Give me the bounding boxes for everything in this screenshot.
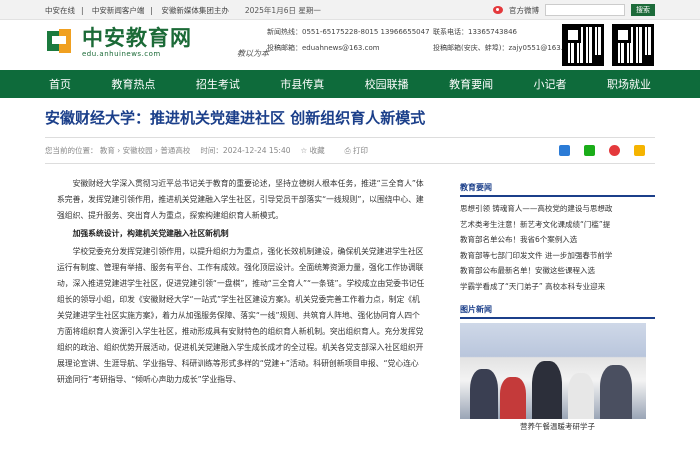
email-text: 投稿邮箱：eduahnews@163.com: [267, 44, 380, 52]
nav-county[interactable]: 市县传真: [276, 76, 328, 92]
favorite-button[interactable]: ☆ 收藏: [301, 145, 335, 156]
share-plus-icon[interactable]: [559, 145, 570, 156]
content-area: 安徽财经大学深入贯彻习近平总书记关于教育的重要论述，坚持立德树人根本任务，推进“…: [45, 164, 655, 432]
contact-right: 联系电话：13365743846 投稿邮箱(安庆、蚌埠)：zajy0551@16…: [433, 24, 578, 56]
search-button[interactable]: 搜索: [631, 4, 655, 16]
wechat-icon[interactable]: [584, 145, 595, 156]
nav-career[interactable]: 职场就业: [603, 76, 655, 92]
list-item[interactable]: 教育部名单公布！我省6个案例入选: [460, 232, 655, 248]
list-item[interactable]: 教育部公布最新名单！安徽这些课程入选: [460, 263, 655, 279]
list-item[interactable]: 学霸学看成了“天门弟子” 高校本科专业迎来: [460, 279, 655, 295]
weibo-link[interactable]: 官方微博: [509, 5, 539, 16]
email-text-2: 投稿邮箱(安庆、蚌埠)：zajy0551@163.com: [433, 44, 578, 52]
list-item[interactable]: 艺术类考生注意！新艺考文化课成绩“门槛”提: [460, 217, 655, 233]
weibo-share-icon[interactable]: [609, 145, 620, 156]
article-body: 安徽财经大学深入贯彻习近平总书记关于教育的重要论述，坚持立德树人根本任务，推进“…: [45, 164, 425, 432]
phone-text: 联系电话：13365743846: [433, 28, 517, 36]
nav-hot[interactable]: 教育热点: [107, 76, 159, 92]
top-link-zhongan[interactable]: 中安在线: [45, 6, 75, 15]
paragraph-1: 安徽财经大学深入贯彻习近平总书记关于教育的重要论述，坚持立德树人根本任务，推进“…: [57, 179, 424, 220]
print-button[interactable]: ⎙ 打印: [345, 145, 378, 156]
nav-exam[interactable]: 招生考试: [192, 76, 244, 92]
main-nav: 首页 教育热点 招生考试 市县传真 校园联播 教育要闻 小记者 职场就业: [0, 70, 700, 98]
sidebar: 教育要闻 思想引领 铸魂育人——高校党的建设与思想政 艺术类考生注意！新艺考文化…: [460, 164, 655, 432]
top-bar: 中安在线 | 中安新闻客户端 | 安徽新媒体集团主办 2025年1月6日 星期一 官…: [0, 0, 700, 20]
breadcrumb[interactable]: 您当前的位置： 教育 › 安徽校园 › 普通高校: [45, 145, 190, 156]
qzone-icon[interactable]: [634, 145, 645, 156]
logo-url: edu.anhuinews.com: [82, 50, 161, 58]
paragraph-2: 学校党委充分发挥党建引领作用，以提升组织力为重点，强化长效机制建设，确保机关党建…: [57, 247, 425, 384]
publish-time: 时间：2024-12-24 15:40: [200, 146, 291, 155]
logo-title: 中安教育网: [82, 25, 192, 50]
calligraphy-signature: 教以为本: [237, 49, 269, 58]
site-logo[interactable]: 中安教育网 edu.anhuinews.com: [45, 26, 192, 58]
top-link-app[interactable]: 中安新闻客户端: [92, 6, 145, 15]
article-title-bar: 安徽财经大学：推进机关党建进社区 创新组织育人新模式: [45, 98, 655, 138]
current-date: 2025年1月6日 星期一: [244, 5, 321, 15]
photo-caption[interactable]: 营养午餐温暖考研学子: [460, 421, 655, 432]
news-list: 思想引领 铸魂育人——高校党的建设与思想政 艺术类考生注意！新艺考文化课成绩“门…: [460, 201, 655, 294]
site-header: 中安教育网 edu.anhuinews.com 教以为本 新闻热线：0551-6…: [45, 20, 655, 70]
nav-home[interactable]: 首页: [45, 76, 75, 92]
photo-news: 图片新闻 营养午餐温暖考研学子: [460, 304, 655, 432]
nav-reporter[interactable]: 小记者: [530, 76, 571, 92]
search-input[interactable]: [545, 4, 625, 16]
news-section-title: 教育要闻: [460, 182, 655, 197]
list-item[interactable]: 教育部等七部门印发文件 进一步加强春节前学: [460, 248, 655, 264]
logo-mark-icon: [45, 27, 79, 57]
qr-code-icon-2: [612, 24, 654, 66]
hotline-text: 新闻热线：0551-65175228-8015 13966655047: [267, 28, 430, 36]
section-heading: 加强系统设计，构建机关党建融入社区新机制: [72, 229, 229, 238]
article-meta: 您当前的位置： 教育 › 安徽校园 › 普通高校 时间：2024-12-24 1…: [45, 138, 655, 164]
weibo-icon[interactable]: [493, 6, 503, 14]
contact-left: 新闻热线：0551-65175228-8015 13966655047 投稿邮箱…: [267, 24, 430, 56]
top-links: 中安在线 | 中安新闻客户端 | 安徽新媒体集团主办: [45, 5, 229, 15]
list-item[interactable]: 思想引领 铸魂育人——高校党的建设与思想政: [460, 201, 655, 217]
nav-news[interactable]: 教育要闻: [445, 76, 497, 92]
nav-campus[interactable]: 校园联播: [361, 76, 413, 92]
share-bar: [559, 145, 655, 156]
top-link-group[interactable]: 安徽新媒体集团主办: [161, 6, 229, 15]
qr-code-icon: [562, 24, 604, 66]
article-title: 安徽财经大学：推进机关党建进社区 创新组织育人新模式: [45, 109, 426, 127]
photo-news-image[interactable]: [460, 323, 646, 419]
photo-section-title: 图片新闻: [460, 304, 655, 319]
